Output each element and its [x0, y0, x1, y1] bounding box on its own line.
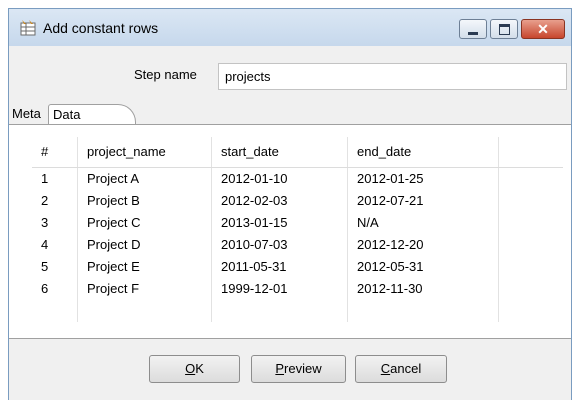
table-cell[interactable]: 2012-05-31 [348, 256, 499, 278]
table-cell[interactable]: 1999-12-01 [212, 278, 348, 300]
table-cell[interactable] [499, 212, 563, 234]
window-title: Add constant rows [43, 20, 159, 36]
table-cell[interactable] [499, 278, 563, 300]
table-cell[interactable]: 5 [32, 256, 78, 278]
table-row[interactable]: 2 Project B 2012-02-03 2012-07-21 [32, 190, 563, 212]
table-cell[interactable]: Project B [78, 190, 212, 212]
table-cell[interactable] [212, 300, 348, 322]
table-row[interactable]: 6 Project F 1999-12-01 2012-11-30 [32, 278, 563, 300]
column-header[interactable] [499, 137, 563, 167]
table-cell[interactable]: 6 [32, 278, 78, 300]
dialog-window: Add constant rows ✕ Step name Meta Data … [8, 8, 572, 400]
maximize-button[interactable] [490, 19, 518, 39]
column-header[interactable]: start_date [212, 137, 348, 167]
table-cell[interactable] [499, 256, 563, 278]
data-panel: # project_name start_date end_date 1 Pro… [9, 124, 571, 339]
tab-bar: Meta Data [9, 104, 571, 124]
table-cell[interactable]: 1 [32, 168, 78, 190]
preview-button[interactable]: Preview [251, 355, 346, 383]
table-cell[interactable]: Project A [78, 168, 212, 190]
table-cell[interactable] [499, 234, 563, 256]
table-row[interactable]: 5 Project E 2011-05-31 2012-05-31 [32, 256, 563, 278]
close-icon: ✕ [537, 21, 549, 37]
table-row[interactable]: 4 Project D 2010-07-03 2012-12-20 [32, 234, 563, 256]
cancel-button[interactable]: Cancel [355, 355, 447, 383]
table-cell[interactable]: 2012-02-03 [212, 190, 348, 212]
table-cell[interactable] [499, 190, 563, 212]
table-cell[interactable]: Project C [78, 212, 212, 234]
table-row[interactable]: 1 Project A 2012-01-10 2012-01-25 [32, 168, 563, 190]
column-header[interactable]: # [32, 137, 78, 167]
table-cell[interactable]: 4 [32, 234, 78, 256]
table-cell[interactable]: Project D [78, 234, 212, 256]
table-cell[interactable]: 2012-07-21 [348, 190, 499, 212]
table-cell[interactable]: 2012-11-30 [348, 278, 499, 300]
table-cell[interactable]: 2013-01-15 [212, 212, 348, 234]
tab-data[interactable]: Data [48, 104, 136, 124]
ok-button[interactable]: OK [149, 355, 240, 383]
table-cell[interactable]: 2012-01-10 [212, 168, 348, 190]
minimize-button[interactable] [459, 19, 487, 39]
table-cell[interactable] [499, 300, 563, 322]
table-cell[interactable]: 2012-12-20 [348, 234, 499, 256]
table-cell[interactable] [78, 300, 212, 322]
table-row-empty[interactable] [32, 300, 563, 322]
table-cell[interactable] [499, 168, 563, 190]
table-icon [20, 20, 36, 36]
table-cell[interactable]: 2011-05-31 [212, 256, 348, 278]
step-name-input[interactable] [218, 63, 567, 90]
table-cell[interactable]: 2 [32, 190, 78, 212]
step-name-label: Step name [134, 67, 197, 82]
table-cell[interactable] [348, 300, 499, 322]
table-header: # project_name start_date end_date [32, 137, 563, 168]
data-grid: # project_name start_date end_date 1 Pro… [32, 137, 563, 322]
table-cell[interactable]: 3 [32, 212, 78, 234]
close-button[interactable]: ✕ [521, 19, 565, 39]
title-bar[interactable]: Add constant rows ✕ [9, 9, 571, 46]
table-row[interactable]: 3 Project C 2013-01-15 N/A [32, 212, 563, 234]
table-cell[interactable]: 2012-01-25 [348, 168, 499, 190]
tab-meta[interactable]: Meta [12, 104, 41, 124]
table-cell[interactable]: 2010-07-03 [212, 234, 348, 256]
table-cell[interactable]: Project F [78, 278, 212, 300]
table-cell[interactable] [32, 300, 78, 322]
table-cell[interactable]: Project E [78, 256, 212, 278]
table-cell[interactable]: N/A [348, 212, 499, 234]
column-header[interactable]: end_date [348, 137, 499, 167]
column-header[interactable]: project_name [78, 137, 212, 167]
